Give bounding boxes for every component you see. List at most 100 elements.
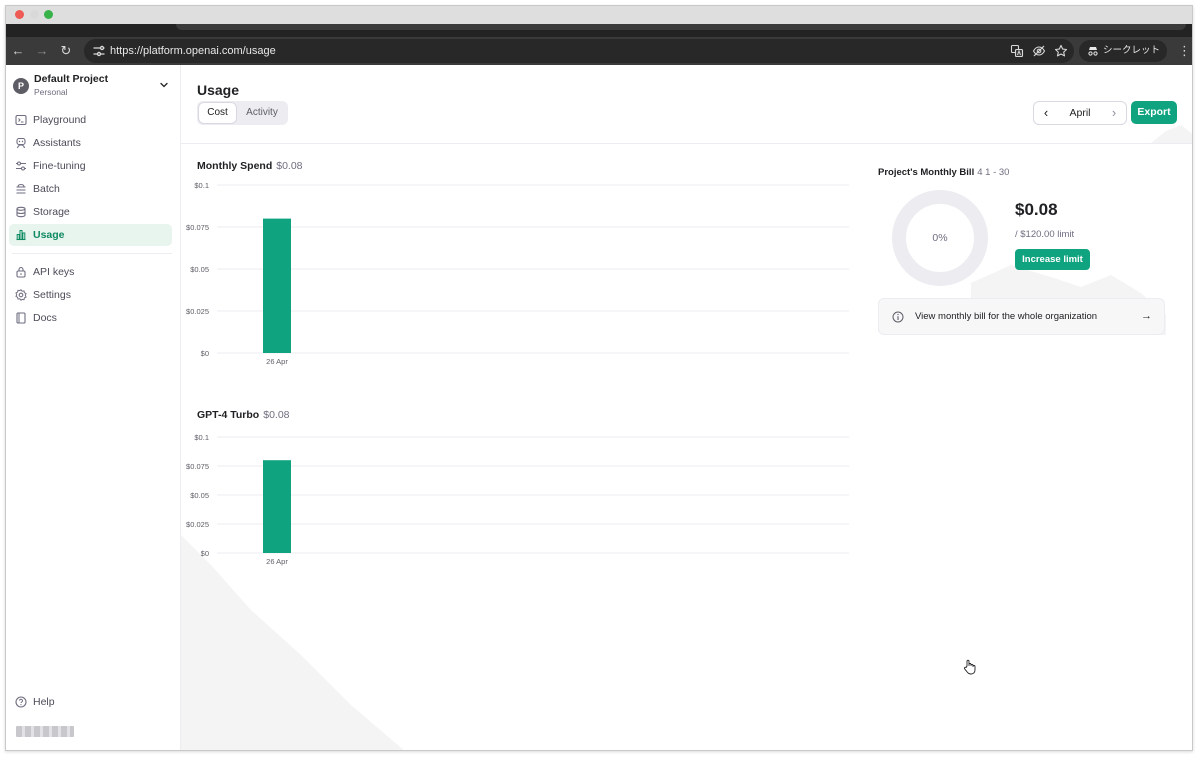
y-tick-label: $0.1 (194, 181, 209, 190)
org-link-text: View monthly bill for the whole organiza… (915, 311, 1098, 322)
bill-title-text: Project's Monthly Bill (878, 167, 975, 178)
page-title: Usage (197, 82, 240, 98)
hand-cursor-icon (963, 659, 976, 675)
next-month-button[interactable]: › (1104, 102, 1124, 124)
sidebar-item-docs[interactable]: Docs (9, 307, 172, 329)
sidebar-item-batch[interactable]: Batch (9, 178, 172, 200)
y-tick-label: $0.075 (186, 223, 209, 232)
gear-icon (15, 289, 27, 301)
help-icon (15, 696, 27, 708)
sliders-icon (16, 161, 26, 171)
monthly-spend-chart: $0.1 $0.075 $0.05 $0.025 $0 26 Apr (181, 177, 861, 377)
project-name: Default Project (34, 73, 109, 85)
x-tick-label: 26 Apr (266, 557, 288, 566)
incognito-icon (1088, 47, 1098, 56)
app: P Default Project Personal Playground As… (6, 65, 1192, 750)
prev-month-button[interactable]: ‹ (1036, 102, 1056, 124)
minimize-window-button[interactable] (30, 10, 39, 19)
tab-activity[interactable]: Activity (238, 103, 286, 123)
title-bar (6, 6, 1192, 24)
chart-total: $0.08 (263, 409, 290, 421)
incognito-label: シークレット (1103, 45, 1161, 56)
x-tick-label: 26 Apr (266, 357, 288, 366)
org-bill-link[interactable]: View monthly bill for the whole organiza… (878, 298, 1165, 335)
project-avatar: P (13, 78, 29, 94)
database-icon (16, 206, 26, 218)
sidebar-item-label: Batch (33, 183, 60, 195)
address-bar[interactable]: https://platform.openai.com/usage (84, 39, 1074, 63)
sidebar-item-label: Fine-tuning (33, 160, 86, 172)
sidebar-item-playground[interactable]: Playground (9, 109, 172, 131)
y-tick-label: $0 (201, 549, 209, 558)
back-icon[interactable]: ← (10, 43, 26, 59)
header-divider (181, 143, 1192, 144)
forward-icon[interactable]: → (34, 43, 50, 59)
sidebar: P Default Project Personal Playground As… (6, 65, 181, 750)
url-text: https://platform.openai.com/usage (110, 45, 276, 57)
sidebar-item-api-keys[interactable]: API keys (9, 261, 172, 283)
background-decoration (181, 125, 1192, 750)
incognito-badge[interactable]: シークレット (1079, 40, 1167, 62)
close-window-button[interactable] (15, 10, 24, 19)
assistant-icon (16, 137, 26, 149)
chart-title-text: Monthly Spend (197, 160, 273, 172)
sidebar-item-label: API keys (33, 266, 75, 278)
project-switcher[interactable]: P Default Project Personal (12, 73, 172, 103)
playground-icon (15, 114, 27, 126)
cost-activity-toggle: Cost Activity (197, 101, 288, 125)
sidebar-item-label: Storage (33, 206, 70, 218)
chevron-down-icon (160, 82, 168, 88)
sidebar-item-label: Assistants (33, 137, 81, 149)
bill-amount: $0.08 (1015, 200, 1058, 219)
tab-strip (6, 24, 1192, 37)
sidebar-item-help[interactable]: Help (9, 691, 172, 713)
tab-cost[interactable]: Cost (199, 103, 236, 123)
browser-toolbar: ← → ↻ https://platform.openai.com/usage … (6, 37, 1192, 65)
gpt4-turbo-chart: $0.1 $0.075 $0.05 $0.025 $0 26 Apr (181, 427, 861, 577)
sidebar-item-label: Playground (33, 114, 87, 126)
stack-icon (16, 183, 26, 194)
browser-window: ← → ↻ https://platform.openai.com/usage … (5, 5, 1193, 751)
translate-icon[interactable] (1010, 44, 1024, 58)
eye-off-icon[interactable] (1032, 44, 1046, 58)
gpt4-turbo-title: GPT-4 Turbo $0.08 (197, 409, 290, 421)
sidebar-item-usage[interactable]: Usage (9, 224, 172, 246)
bar (263, 460, 291, 553)
y-tick-label: $0.1 (194, 433, 209, 442)
monthly-spend-title: Monthly Spend $0.08 (197, 160, 303, 172)
y-tick-label: $0.075 (186, 462, 209, 471)
y-tick-label: $0.05 (190, 491, 209, 500)
sidebar-item-storage[interactable]: Storage (9, 201, 172, 223)
site-settings-icon[interactable] (92, 44, 106, 58)
increase-limit-button[interactable]: Increase limit (1015, 249, 1090, 270)
zoom-window-button[interactable] (44, 10, 53, 19)
month-picker: ‹ April › (1033, 101, 1127, 125)
gpt4-turbo-svg: $0.1 $0.075 $0.05 $0.025 $0 26 Apr (186, 433, 849, 566)
lock-icon (16, 266, 26, 278)
sidebar-item-fine-tuning[interactable]: Fine-tuning (9, 155, 172, 177)
sidebar-divider (12, 253, 172, 254)
sidebar-item-settings[interactable]: Settings (9, 284, 172, 306)
sidebar-item-label: Usage (33, 229, 65, 241)
sidebar-item-label: Docs (33, 312, 57, 324)
monthly-bill-title: Project's Monthly Bill 4 1 - 30 (878, 167, 1009, 178)
y-tick-label: $0.05 (190, 265, 209, 274)
chart-total: $0.08 (276, 160, 303, 172)
y-tick-label: $0 (201, 349, 209, 358)
bar-chart-icon (16, 230, 26, 241)
main-content: Usage Cost Activity ‹ April › Export Mon… (181, 65, 1192, 750)
reload-icon[interactable]: ↻ (58, 43, 74, 59)
y-tick-label: $0.025 (186, 307, 209, 316)
sidebar-item-assistants[interactable]: Assistants (9, 132, 172, 154)
monthly-spend-svg: $0.1 $0.075 $0.05 $0.025 $0 26 Apr (186, 181, 849, 366)
export-button[interactable]: Export (1131, 101, 1177, 124)
arrow-right-icon: → (1141, 310, 1152, 322)
month-label: April (1069, 107, 1091, 119)
bookmark-star-icon[interactable] (1054, 44, 1068, 58)
bill-range: 4 1 - 30 (977, 167, 1010, 178)
bill-limit: / $120.00 limit (1015, 229, 1075, 240)
bar (263, 218, 291, 353)
info-icon (892, 311, 904, 323)
browser-menu-icon[interactable]: ⋮ (1178, 43, 1191, 59)
user-account-redacted[interactable] (16, 726, 74, 737)
